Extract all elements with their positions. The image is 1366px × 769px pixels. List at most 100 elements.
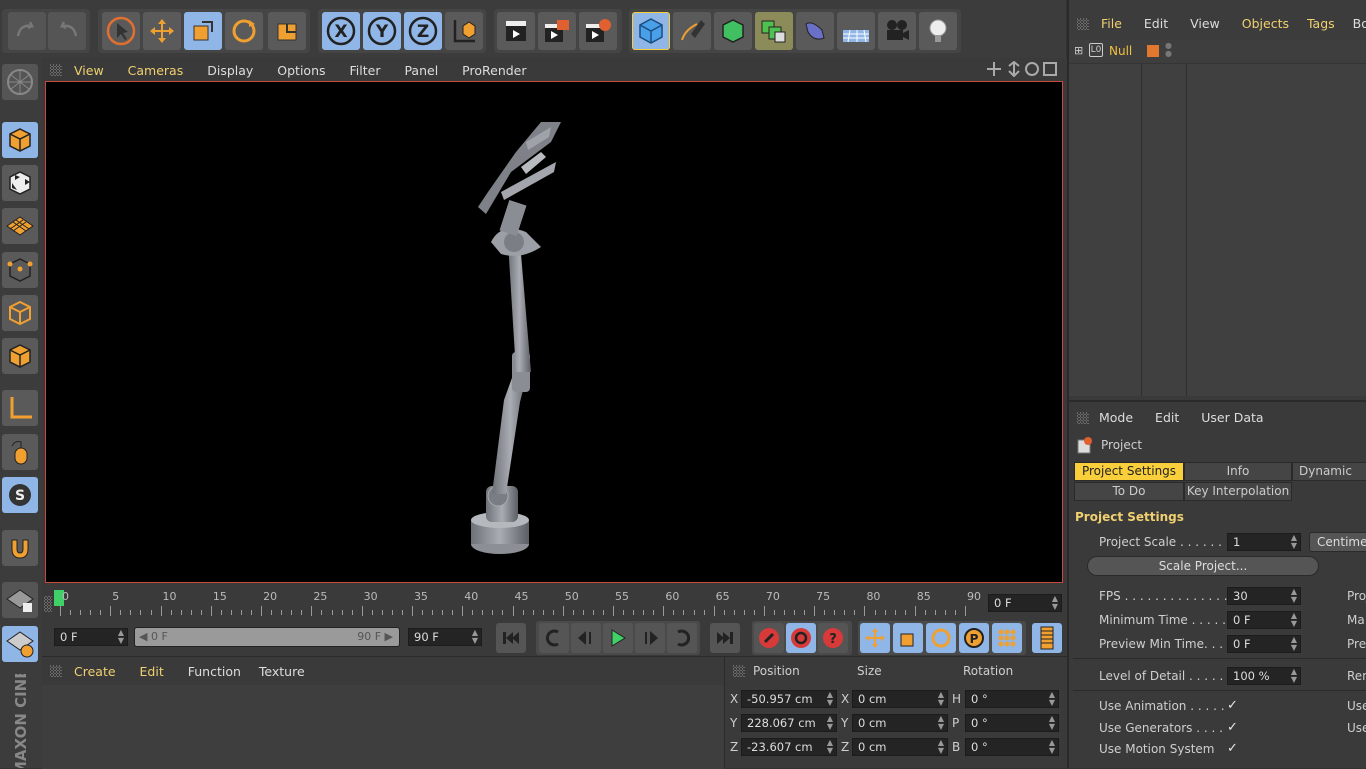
lod-field[interactable]: 100 % ▲ ▼ [1227, 667, 1301, 685]
position-field[interactable]: -23.607 cm ▲ ▼ [741, 738, 837, 756]
layer-color-swatch[interactable] [1147, 45, 1159, 57]
record-key-icon[interactable] [754, 623, 784, 653]
model-mode-icon[interactable] [2, 122, 38, 158]
project-scale-field[interactable]: 1 ▲ ▼ [1227, 533, 1301, 551]
menu-edit[interactable]: Edit [1144, 16, 1168, 31]
menu-edit[interactable]: Edit [140, 664, 164, 679]
orbit-icon[interactable] [1025, 62, 1039, 76]
menu-panel[interactable]: Panel [404, 63, 438, 78]
texture-mode-icon[interactable] [2, 165, 38, 201]
autokey-icon[interactable] [786, 623, 816, 653]
move-tool-icon[interactable] [143, 12, 181, 50]
go-to-end-icon[interactable] [710, 623, 740, 653]
magnet-icon[interactable] [2, 530, 38, 566]
render-picture-viewer-icon[interactable] [538, 12, 576, 50]
y-axis-icon[interactable]: Y [363, 12, 401, 50]
timeline-ruler[interactable]: 0 5 10 15 20 25 30 35 40 45 50 55 60 65 70 75 80 85 90 [56, 588, 981, 618]
menu-mode[interactable]: Mode [1099, 410, 1133, 425]
next-key-icon[interactable] [667, 623, 697, 653]
axis-mode-icon[interactable] [2, 390, 38, 426]
menu-objects[interactable]: Objects [1242, 16, 1289, 31]
object-list[interactable] [1069, 40, 1366, 396]
go-to-start-icon[interactable] [496, 623, 526, 653]
render-view-icon[interactable] [497, 12, 535, 50]
key-pla-icon[interactable] [992, 623, 1022, 653]
end-frame-field[interactable]: 90 F ▲ ▼ [408, 628, 482, 646]
menu-view[interactable]: View [74, 63, 104, 78]
cube-icon[interactable] [632, 12, 670, 50]
rotation-field[interactable]: 0 ° ▲ ▼ [965, 738, 1059, 756]
min-time-field[interactable]: 0 F ▲ ▼ [1227, 611, 1301, 629]
floor-icon[interactable] [837, 12, 875, 50]
workplane-grid-icon[interactable] [2, 626, 38, 662]
tab-dynamics[interactable]: Dynamic [1292, 462, 1366, 481]
make-editable-icon[interactable] [2, 64, 38, 100]
key-rotation-icon[interactable] [926, 623, 956, 653]
zoom-icon[interactable] [1008, 60, 1020, 78]
tweak-mode-icon[interactable] [2, 434, 38, 470]
coordinate-system-icon[interactable] [445, 12, 483, 50]
camera-icon[interactable] [878, 12, 916, 50]
rotation-field[interactable]: 0 ° ▲ ▼ [965, 690, 1059, 708]
menu-function[interactable]: Function [188, 664, 241, 679]
x-axis-icon[interactable]: X [322, 12, 360, 50]
rotate-tool-icon[interactable] [225, 12, 263, 50]
menu-view[interactable]: View [1190, 16, 1220, 31]
undo-icon[interactable] [8, 12, 46, 50]
timeline-window-icon[interactable] [1032, 623, 1062, 653]
tab-key-interpolation[interactable]: Key Interpolation [1184, 482, 1292, 501]
workplane-lock-icon[interactable] [2, 582, 38, 618]
menu-file[interactable]: File [1101, 16, 1122, 31]
menu-bookmarks[interactable]: Bookma [1353, 16, 1366, 31]
edges-mode-icon[interactable] [2, 295, 38, 331]
menu-tags[interactable]: Tags [1307, 16, 1335, 31]
fps-field[interactable]: 30 ▲ ▼ [1227, 587, 1301, 605]
render-settings-icon[interactable] [579, 12, 617, 50]
select-tool-icon[interactable] [102, 12, 140, 50]
material-list[interactable] [42, 685, 724, 769]
array-icon[interactable] [755, 12, 793, 50]
z-axis-icon[interactable]: Z [404, 12, 442, 50]
scale-project-button[interactable]: Scale Project... [1087, 556, 1319, 576]
frame-range-slider[interactable]: ◀ 0 F 90 F ▶ [134, 627, 400, 647]
maximize-icon[interactable] [1043, 62, 1057, 76]
menu-user-data[interactable]: User Data [1201, 410, 1263, 425]
project-scale-unit-select[interactable]: Centimet [1309, 532, 1366, 552]
deformer-icon[interactable] [796, 12, 834, 50]
position-field[interactable]: -50.957 cm ▲ ▼ [741, 690, 837, 708]
keyframe-selection-icon[interactable]: ? [818, 623, 848, 653]
key-parameter-icon[interactable]: P [959, 623, 989, 653]
use-motion-checkbox[interactable]: ✓ [1227, 742, 1241, 756]
current-frame-field[interactable]: 0 F ▲ ▼ [988, 594, 1062, 612]
object-name[interactable]: Null [1109, 44, 1132, 58]
rotation-field[interactable]: 0 ° ▲ ▼ [965, 714, 1059, 732]
points-mode-icon[interactable] [2, 252, 38, 288]
size-field[interactable]: 0 cm ▲ ▼ [852, 738, 948, 756]
live-selection-icon[interactable] [268, 12, 306, 50]
menu-create[interactable]: Create [74, 664, 116, 679]
redo-icon[interactable] [48, 12, 86, 50]
light-icon[interactable] [919, 12, 957, 50]
visibility-dots-icon[interactable]: ● ● [1165, 42, 1172, 58]
play-forward-icon[interactable] [603, 623, 633, 653]
menu-texture[interactable]: Texture [259, 664, 305, 679]
snapping-icon[interactable]: S [2, 477, 38, 513]
menu-prorender[interactable]: ProRender [462, 63, 526, 78]
menu-edit[interactable]: Edit [1155, 410, 1179, 425]
scale-tool-icon[interactable] [184, 12, 222, 50]
size-field[interactable]: 0 cm ▲ ▼ [852, 690, 948, 708]
menu-cameras[interactable]: Cameras [128, 63, 184, 78]
menu-options[interactable]: Options [277, 63, 325, 78]
polygons-mode-icon[interactable] [2, 338, 38, 374]
use-generators-checkbox[interactable]: ✓ [1227, 721, 1241, 735]
use-animation-checkbox[interactable]: ✓ [1227, 699, 1241, 713]
size-field[interactable]: 0 cm ▲ ▼ [852, 714, 948, 732]
next-frame-icon[interactable] [635, 623, 665, 653]
key-scale-icon[interactable] [893, 623, 923, 653]
pan-icon[interactable] [987, 62, 1001, 76]
tab-project-settings[interactable]: Project Settings [1074, 462, 1184, 481]
pen-spline-icon[interactable] [673, 12, 711, 50]
key-position-icon[interactable] [860, 623, 890, 653]
expand-icon[interactable]: ⊞ [1074, 44, 1083, 57]
prev-key-icon[interactable] [539, 623, 569, 653]
